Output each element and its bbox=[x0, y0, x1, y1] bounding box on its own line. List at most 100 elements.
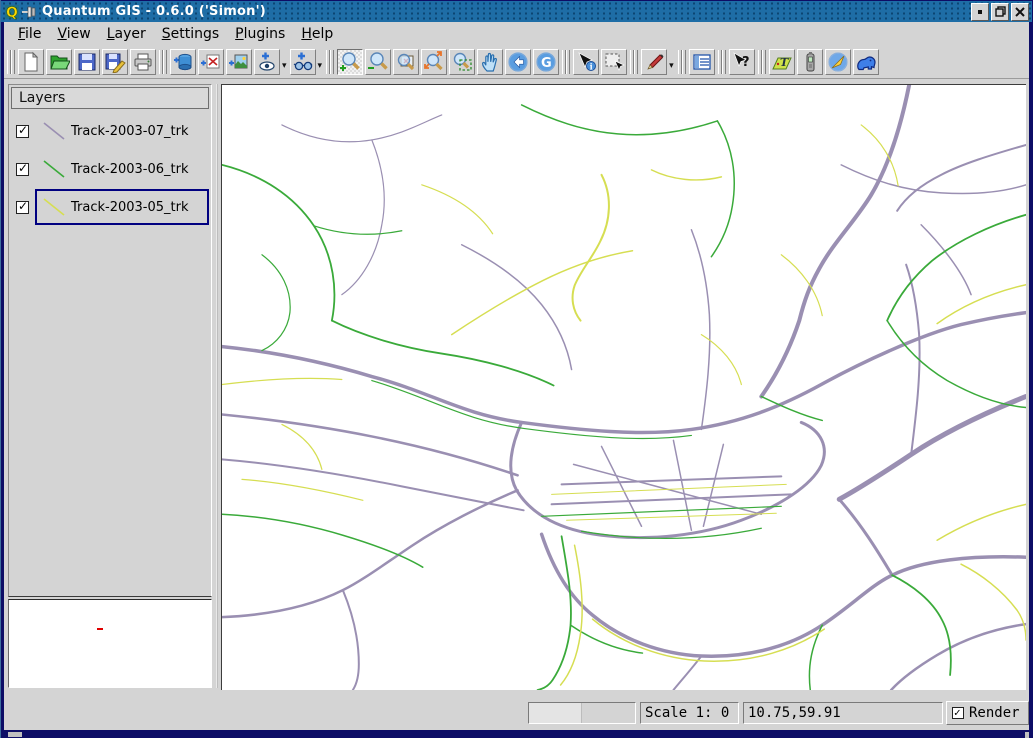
whats-this-button[interactable]: ? bbox=[729, 49, 755, 75]
identify-features-button[interactable]: i bbox=[573, 49, 599, 75]
toolbar-handle[interactable] bbox=[562, 49, 570, 75]
qgis-logo-icon: Q bbox=[5, 4, 21, 20]
window-border bbox=[0, 0, 1, 738]
print-button[interactable] bbox=[130, 49, 156, 75]
window-resize-grip[interactable] bbox=[1025, 732, 1029, 738]
gps-device-icon bbox=[799, 51, 821, 73]
pan-map-button[interactable] bbox=[477, 49, 503, 75]
svg-text:Q: Q bbox=[6, 5, 18, 20]
titlebar[interactable]: Q Quantum GIS - 0.6.0 ('Simon') bbox=[1, 1, 1032, 22]
menu-file[interactable]: File bbox=[10, 24, 49, 44]
minimize-icon bbox=[975, 7, 985, 17]
toolbar-handle[interactable] bbox=[758, 49, 766, 75]
zoom-full-extent-button[interactable] bbox=[393, 49, 419, 75]
pencil-icon bbox=[643, 51, 665, 73]
toolbar-handle[interactable] bbox=[326, 49, 334, 75]
window-resize-grip[interactable] bbox=[8, 732, 22, 737]
north-arrow-button[interactable] bbox=[825, 49, 851, 75]
add-wms-layer-button[interactable] bbox=[290, 49, 316, 75]
gps-tools-button[interactable] bbox=[797, 49, 823, 75]
open-folder-icon bbox=[48, 51, 70, 73]
whats-this-icon: ? bbox=[731, 51, 753, 73]
identify-icon: i bbox=[575, 51, 597, 73]
menu-view[interactable]: View bbox=[49, 24, 98, 44]
dropdown-arrow-icon[interactable]: ▾ bbox=[282, 61, 287, 71]
progress-bar bbox=[528, 702, 636, 724]
zoom-in-button[interactable] bbox=[337, 49, 363, 75]
overview-extent-marker bbox=[97, 628, 103, 630]
minimize-button[interactable] bbox=[971, 3, 989, 21]
toolbar: ▾ ▾ bbox=[4, 45, 1029, 79]
close-icon bbox=[1015, 7, 1025, 17]
save-project-button[interactable] bbox=[74, 49, 100, 75]
layer-visibility-checkbox[interactable] bbox=[16, 163, 29, 176]
zoom-out-button[interactable] bbox=[365, 49, 391, 75]
open-project-button[interactable] bbox=[46, 49, 72, 75]
menu-layer[interactable]: Layer bbox=[99, 24, 154, 44]
layers-panel: Layers Track-2003-07_trk Track-2003-06_t… bbox=[8, 84, 212, 597]
dropdown-arrow-icon[interactable]: ▾ bbox=[318, 61, 323, 71]
zoom-previous-button[interactable] bbox=[505, 49, 531, 75]
add-labels-button[interactable]: T bbox=[769, 49, 795, 75]
new-project-button[interactable] bbox=[18, 49, 44, 75]
raster-layer-icon bbox=[228, 51, 250, 73]
refresh-map-button[interactable]: G bbox=[533, 49, 559, 75]
zoom-to-selection-button[interactable] bbox=[449, 49, 475, 75]
open-attribute-table-button[interactable] bbox=[689, 49, 715, 75]
menu-settings[interactable]: Settings bbox=[154, 24, 227, 44]
toolbar-handle[interactable] bbox=[159, 49, 167, 75]
layer-row-track-2003-05[interactable]: Track-2003-05_trk bbox=[11, 188, 209, 226]
dropdown-arrow-icon[interactable]: ▾ bbox=[669, 61, 674, 71]
toolbar-handle[interactable] bbox=[678, 49, 686, 75]
maximize-button[interactable] bbox=[991, 3, 1009, 21]
layer-name[interactable]: Track-2003-07_trk bbox=[71, 124, 189, 139]
print-icon bbox=[132, 51, 154, 73]
eye-layer-icon bbox=[256, 51, 278, 73]
save-project-as-button[interactable] bbox=[102, 49, 128, 75]
new-file-icon bbox=[20, 51, 42, 73]
refresh-icon: G bbox=[535, 51, 557, 73]
close-button[interactable] bbox=[1011, 3, 1029, 21]
save-as-icon bbox=[104, 51, 126, 73]
layer-name[interactable]: Track-2003-06_trk bbox=[71, 162, 189, 177]
compass-icon bbox=[827, 51, 849, 73]
zoom-last-extent-button[interactable] bbox=[421, 49, 447, 75]
layer-symbol-line bbox=[37, 157, 71, 181]
statusbar: Scale 1: 0 10.75,59.91 Render bbox=[4, 698, 1029, 730]
pushpin-icon bbox=[21, 6, 37, 18]
panel-splitter[interactable] bbox=[213, 84, 221, 688]
glasses-layer-icon bbox=[292, 51, 314, 73]
vector-layer-icon bbox=[200, 51, 222, 73]
layer-visibility-checkbox[interactable] bbox=[16, 201, 29, 214]
add-postgis-layer-button[interactable] bbox=[170, 49, 196, 75]
mapserver-export-button[interactable] bbox=[853, 49, 879, 75]
coordinate-display: 10.75,59.91 bbox=[743, 702, 943, 724]
render-checkbox[interactable] bbox=[952, 707, 964, 719]
labels-plugin-icon: T bbox=[771, 51, 793, 73]
layer-row-track-2003-07[interactable]: Track-2003-07_trk bbox=[11, 112, 209, 150]
application-frame: File View Layer Settings Plugins Help bbox=[4, 22, 1029, 730]
layer-row-track-2003-06[interactable]: Track-2003-06_trk bbox=[11, 150, 209, 188]
layer-visibility-checkbox[interactable] bbox=[16, 125, 29, 138]
map-overview-panel[interactable] bbox=[8, 599, 212, 688]
zoom-selection-icon bbox=[451, 51, 473, 73]
toolbar-handle[interactable] bbox=[718, 49, 726, 75]
menu-plugins[interactable]: Plugins bbox=[227, 24, 293, 44]
attribute-table-icon bbox=[691, 51, 713, 73]
svg-text:i: i bbox=[590, 61, 593, 71]
select-rectangle-icon bbox=[603, 51, 625, 73]
toolbar-handle[interactable] bbox=[630, 49, 638, 75]
select-features-button[interactable] bbox=[601, 49, 627, 75]
render-toggle[interactable]: Render bbox=[946, 701, 1029, 725]
zoom-in-icon bbox=[339, 51, 361, 73]
gps-tracks-map bbox=[222, 85, 1026, 690]
layer-name[interactable]: Track-2003-05_trk bbox=[71, 200, 189, 215]
layer-symbol-line bbox=[37, 119, 71, 143]
add-raster-layer-button[interactable] bbox=[226, 49, 252, 75]
map-canvas[interactable] bbox=[221, 84, 1026, 690]
toolbar-handle[interactable] bbox=[7, 49, 15, 75]
new-vector-layer-button[interactable] bbox=[254, 49, 280, 75]
capture-line-button[interactable] bbox=[641, 49, 667, 75]
add-vector-layer-button[interactable] bbox=[198, 49, 224, 75]
menu-help[interactable]: Help bbox=[293, 24, 341, 44]
